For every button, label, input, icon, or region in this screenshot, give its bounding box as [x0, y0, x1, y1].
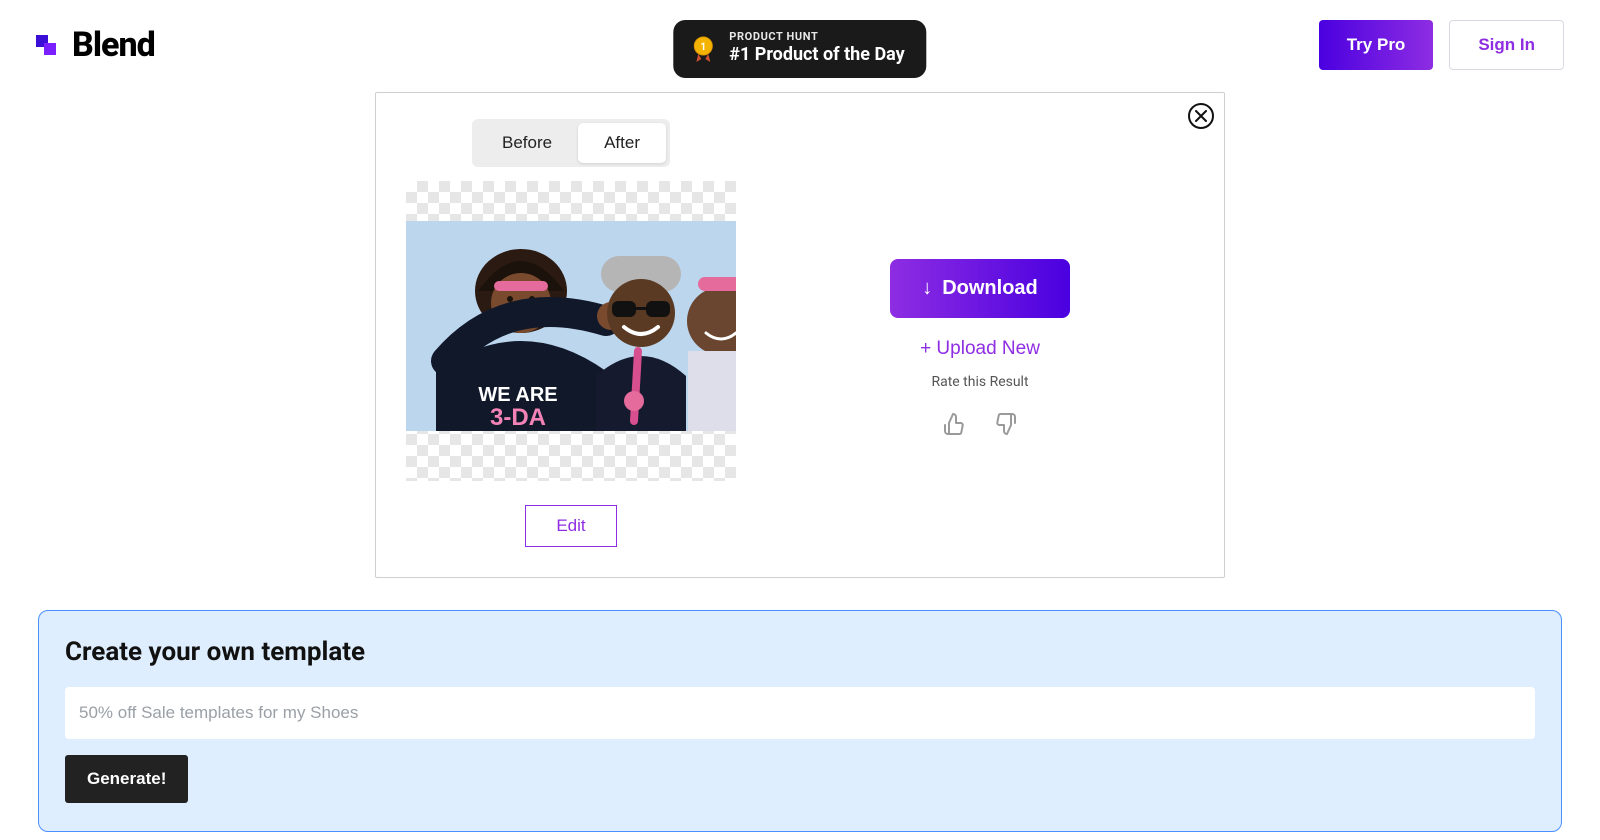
thumbs-up-icon	[942, 412, 966, 436]
product-hunt-badge[interactable]: 1 PRODUCT HUNT #1 Product of the Day	[673, 20, 926, 78]
result-modal: Before After	[375, 92, 1225, 578]
thumbs-down-icon	[994, 412, 1018, 436]
product-hunt-label: PRODUCT HUNT	[729, 30, 904, 44]
template-prompt-input[interactable]	[65, 687, 1535, 739]
medal-icon: 1	[689, 35, 717, 63]
rating-thumbs	[940, 410, 1020, 438]
close-icon	[1195, 110, 1207, 122]
rate-label: Rate this Result	[931, 374, 1028, 390]
logo[interactable]: Blend	[36, 25, 155, 65]
preview-column: Before After	[406, 119, 736, 547]
toggle-after[interactable]: After	[578, 123, 666, 163]
download-label: Download	[942, 277, 1038, 300]
template-title: Create your own template	[65, 637, 1535, 667]
try-pro-button[interactable]: Try Pro	[1319, 20, 1434, 70]
logo-icon	[36, 31, 64, 59]
result-image: WE ARE 3-DA	[406, 181, 736, 481]
upload-new-button[interactable]: + Upload New	[920, 338, 1040, 360]
product-hunt-title: #1 Product of the Day	[729, 44, 904, 67]
svg-text:1: 1	[700, 42, 706, 53]
before-after-toggle: Before After	[472, 119, 670, 167]
generate-button[interactable]: Generate!	[65, 755, 188, 803]
edit-button[interactable]: Edit	[525, 505, 616, 547]
header-buttons: Try Pro Sign In	[1319, 20, 1564, 70]
sign-in-button[interactable]: Sign In	[1449, 20, 1564, 70]
actions-column: ↓ Download + Upload New Rate this Result	[766, 119, 1194, 547]
download-icon: ↓	[922, 277, 932, 300]
create-template-panel: Create your own template Generate!	[38, 610, 1562, 832]
thumbs-down-button[interactable]	[992, 410, 1020, 438]
photo-area: WE ARE 3-DA	[406, 221, 736, 431]
toggle-before[interactable]: Before	[476, 123, 578, 163]
svg-text:3-DA: 3-DA	[490, 404, 546, 431]
thumbs-up-button[interactable]	[940, 410, 968, 438]
close-button[interactable]	[1188, 103, 1214, 129]
svg-text:WE ARE: WE ARE	[478, 384, 557, 406]
download-button[interactable]: ↓ Download	[890, 259, 1070, 318]
logo-text: Blend	[72, 25, 155, 65]
